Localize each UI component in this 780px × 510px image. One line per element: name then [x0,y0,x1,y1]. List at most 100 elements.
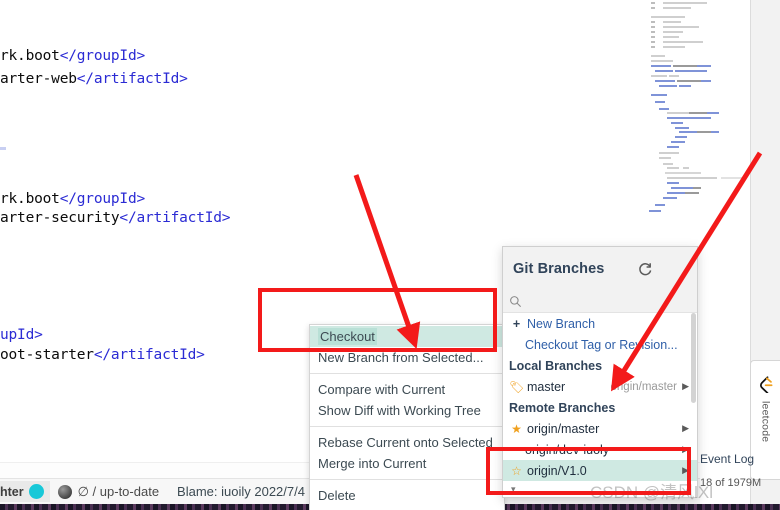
minimap-line [663,21,681,23]
minimap-line [655,80,675,82]
minimap-line [685,192,699,194]
minimap-line [671,187,693,189]
minimap-line [651,36,655,38]
minimap-line [677,80,703,82]
minimap-line [667,192,685,194]
origin-v1-highlight-box [486,447,691,495]
minimap-line [663,46,685,48]
highlighter-color-dark-icon[interactable] [57,484,72,499]
minimap-line [651,55,665,57]
minimap-line [651,2,655,4]
local-branches-header: Local Branches [509,358,603,373]
git-action-row[interactable]: Checkout Tag or Revision... [503,334,697,355]
minimap-line [671,141,685,143]
minimap-line [651,7,655,9]
git-branches-header: Git Branches [503,247,697,291]
branch-name: origin/master [527,421,600,436]
leetcode-icon [759,376,772,393]
minimap-line [651,75,667,77]
status-blame[interactable]: Blame: iuoily 2022/7/4 3: [177,484,319,499]
minimap-line [655,70,673,72]
code-line: arter-web</artifactId> [0,71,188,87]
minimap-line [667,117,687,119]
code-fold-mark [0,147,6,150]
branch-name: master [527,379,566,394]
branch-tracking-label: origin/master [610,380,677,393]
chevron-right-icon[interactable]: ▶ [682,423,689,434]
context-menu-item[interactable]: Delete [310,485,504,506]
context-menu-item[interactable]: Rebase Current onto Selected [310,432,504,453]
git-action-row[interactable]: + New Branch [503,313,697,334]
code-minimap[interactable] [645,0,750,240]
minimap-line [675,70,707,72]
remote-branch-row[interactable]: ★ origin/master ▶ [503,418,697,439]
minimap-line [675,136,687,138]
minimap-line [651,26,655,28]
highlighter-color-cyan-icon[interactable] [28,484,44,499]
menu-separator [310,426,504,427]
minimap-line [671,122,683,124]
code-line: rk.boot</groupId> [0,191,146,207]
chevron-right-icon[interactable]: ▶ [682,381,689,392]
local-branch-row[interactable]: 🏷 master origin/master ▶ [503,376,697,397]
git-action-label: Checkout Tag or Revision... [525,337,678,352]
minimap-line [663,41,703,43]
minimap-line [701,80,711,82]
code-line: upId> [0,327,43,343]
minimap-line [663,7,691,9]
context-menu-item[interactable]: Show Diff with Working Tree [310,400,504,421]
minimap-line [707,112,719,114]
minimap-line [651,94,667,96]
minimap-line [667,177,717,179]
minimap-line [689,112,707,114]
minimap-line [711,131,719,133]
minimap-line [659,152,673,154]
minimap-line [663,2,707,4]
minimap-line [667,146,679,148]
minimap-line [675,127,689,129]
minimap-line [651,60,673,62]
minimap-line [679,85,691,87]
context-menu-item-label: Rebase Current onto Selected [318,435,493,450]
git-branches-search[interactable] [503,291,697,313]
minimap-line [673,152,679,154]
minimap-line [659,108,669,110]
minimap-line [659,157,671,159]
minimap-line [651,41,655,43]
minimap-line [693,187,701,189]
leetcode-tool-tab[interactable]: leetcode [750,360,780,480]
git-branches-title: Git Branches [513,261,605,277]
minimap-line [667,112,689,114]
code-line: rk.boot</groupId> [0,48,146,64]
minimap-line [651,31,655,33]
status-highlighter[interactable]: hter [0,481,50,502]
minimap-line [669,75,679,77]
minimap-line [667,167,679,169]
minimap-line [663,163,673,165]
event-log-label[interactable]: Event Log [700,452,754,466]
minimap-line [655,204,665,206]
refresh-icon[interactable] [637,261,653,277]
code-line: arter-security</artifactId> [0,210,231,226]
git-branches-scrollbar[interactable] [691,313,696,403]
context-menu-item[interactable]: Compare with Current [310,379,504,400]
menu-separator [310,479,504,480]
menu-separator [310,373,504,374]
minimap-line [651,21,655,23]
git-action-label: New Branch [527,316,596,331]
checkout-highlight-box [258,288,497,352]
plus-icon: + [512,316,521,331]
minimap-line [683,167,689,169]
minimap-line [649,210,661,212]
minimap-line [667,182,679,184]
search-icon [510,296,521,307]
minimap-line [687,117,711,119]
leetcode-tab-label: leetcode [759,401,772,443]
status-up-to-date[interactable]: ∅ / up-to-date [78,484,159,500]
minimap-line [679,131,697,133]
minimap-line [663,26,699,28]
context-menu-item[interactable]: Merge into Current [310,453,504,474]
minimap-line [663,36,679,38]
context-menu-item-label: New Branch from Selected... [318,350,484,365]
code-line: oot-starter</artifactId> [0,347,205,363]
